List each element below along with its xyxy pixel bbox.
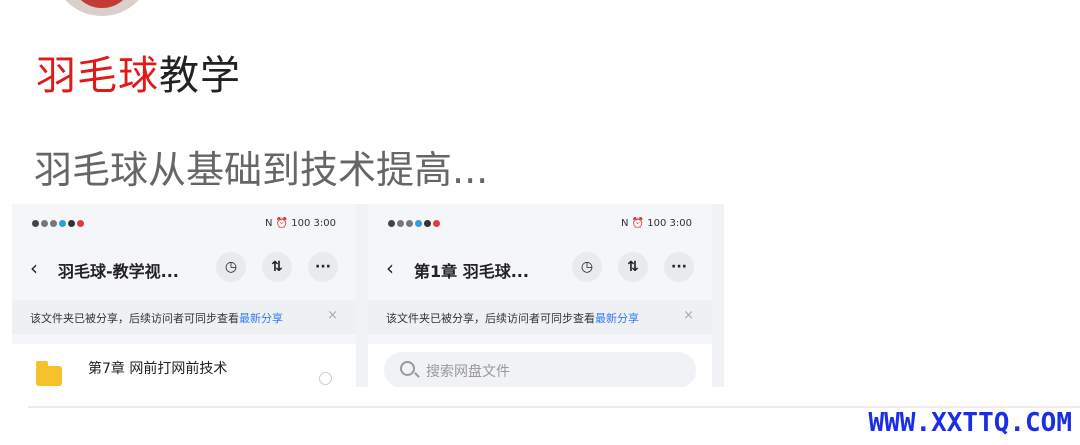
signal-icon [406,219,413,227]
file-name: 第7章 网前打网前技术 [88,361,228,377]
navbar: ‹ 羽毛球-教学视... ◷ ⇅ ··· [12,248,356,288]
wifi-icon [415,219,422,227]
title-rest: 教学 [159,53,241,99]
history-icon[interactable]: ◷ [216,252,246,282]
status-bar: N ⏰ 100 3:00 [32,218,336,234]
close-icon[interactable]: × [683,308,694,323]
status-icons [388,218,442,229]
status-bar: N ⏰ 100 3:00 [388,218,692,234]
folder-icon [36,361,62,386]
search-icon [400,361,415,376]
search-area: 搜索网盘文件 [368,344,712,387]
wifi-icon [59,219,66,227]
banner-text: 该文件夹已被分享，后续访问者可同步查看 [386,312,595,325]
screenshot-right[interactable]: N ⏰ 100 3:00 ‹ 第1章 羽毛球... ◷ ⇅ ··· 该文件夹已被… [368,204,712,387]
screenshot-left[interactable]: N ⏰ 100 3:00 ‹ 羽毛球-教学视... ◷ ⇅ ··· 该文件夹已被… [12,204,356,387]
share-banner: 该文件夹已被分享，后续访问者可同步查看最新分享 × [12,300,356,334]
post-description: 羽毛球从基础到技术提高... [34,148,489,192]
status-right: N ⏰ 100 3:00 [620,218,692,229]
nav-title: 羽毛球-教学视... [58,262,179,281]
notification-icon [433,219,440,227]
signal-icon [50,219,57,227]
post-title: 羽毛球教学 [36,48,241,104]
sim-icon [388,219,395,227]
banner-text: 该文件夹已被分享，后续访问者可同步查看 [30,312,239,325]
more-icon[interactable]: ··· [664,252,694,282]
sort-icon[interactable]: ⇅ [618,252,648,282]
file-row[interactable]: 第7章 网前打网前技术 [12,344,356,387]
more-icon[interactable]: ··· [308,252,338,282]
back-icon[interactable]: ‹ [30,256,38,280]
signal-icon [397,219,404,227]
nav-title: 第1章 羽毛球... [414,262,529,281]
chat-icon [68,219,75,227]
avatar[interactable] [52,0,152,16]
status-icons [32,218,86,229]
search-input[interactable]: 搜索网盘文件 [384,352,696,387]
navbar: ‹ 第1章 羽毛球... ◷ ⇅ ··· [368,248,712,288]
banner-link[interactable]: 最新分享 [239,312,283,325]
share-banner: 该文件夹已被分享，后续访问者可同步查看最新分享 × [368,300,712,334]
chat-icon [424,219,431,227]
screenshot-strip[interactable]: N ⏰ 100 3:00 ‹ 羽毛球-教学视... ◷ ⇅ ··· 该文件夹已被… [12,204,724,387]
banner-link[interactable]: 最新分享 [595,312,639,325]
title-highlight: 羽毛球 [36,53,159,99]
watermark: WWW.XXTTQ.COM [868,408,1073,438]
sim-icon [32,219,39,227]
signal-icon [41,219,48,227]
close-icon[interactable]: × [327,308,338,323]
notification-icon [77,219,84,227]
history-icon[interactable]: ◷ [572,252,602,282]
avatar-image [70,0,134,8]
sort-icon[interactable]: ⇅ [262,252,292,282]
select-radio[interactable] [319,372,332,385]
status-right: N ⏰ 100 3:00 [264,218,336,229]
back-icon[interactable]: ‹ [386,256,394,280]
search-placeholder: 搜索网盘文件 [426,364,510,380]
